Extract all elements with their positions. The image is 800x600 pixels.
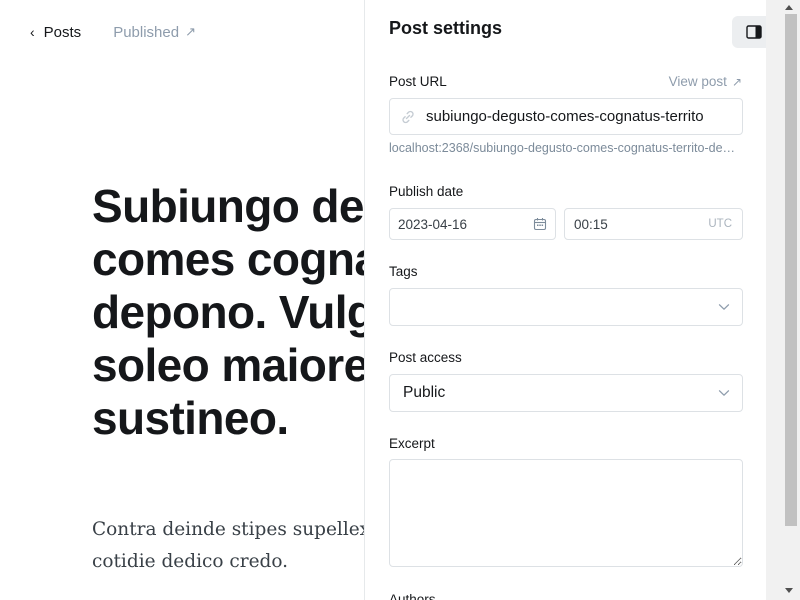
scroll-down-arrow[interactable] [785, 588, 793, 593]
back-to-posts-link[interactable]: ‹ Posts [30, 24, 81, 41]
tags-label: Tags [389, 264, 418, 279]
status-label: Published [113, 23, 180, 41]
post-settings-panel: Post settings Post URL View post ↗ local… [364, 0, 767, 600]
chevron-down-icon [718, 304, 730, 310]
post-access-value: Public [403, 384, 446, 401]
post-access-select[interactable]: Public [389, 374, 743, 412]
scrollbar-thumb[interactable] [785, 14, 797, 526]
publish-date-label: Publish date [389, 184, 464, 199]
post-access-label: Post access [389, 350, 462, 365]
scroll-up-arrow[interactable] [785, 5, 793, 10]
arrow-up-right-icon: ↗ [731, 74, 742, 89]
publish-date-field[interactable] [389, 208, 556, 240]
chevron-down-icon [718, 390, 730, 396]
chevron-left-icon: ‹ [30, 24, 35, 40]
excerpt-textarea[interactable] [389, 459, 743, 567]
link-icon [402, 110, 414, 123]
arrow-up-right-icon: ↗ [185, 24, 196, 39]
post-url-label: Post URL [389, 74, 447, 89]
timezone-label: UTC [708, 218, 732, 230]
post-url-input[interactable] [426, 108, 736, 125]
authors-label: Authors [389, 592, 436, 600]
publish-time-input[interactable] [574, 216, 674, 232]
post-editor: ‹ Posts Published ↗ Subiungo degusto com… [0, 0, 364, 600]
tags-select[interactable] [389, 288, 743, 326]
excerpt-label: Excerpt [389, 436, 435, 451]
post-url-preview: localhost:2368/subiungo-degusto-comes-co… [389, 141, 739, 155]
sidebar-toggle-icon [746, 25, 762, 39]
publish-time-field[interactable]: UTC [564, 208, 743, 240]
back-link-label: Posts [43, 23, 82, 41]
panel-title: Post settings [389, 18, 503, 38]
post-url-field[interactable] [389, 98, 743, 135]
post-body[interactable]: Contra deinde stipes supellex patior ist… [92, 514, 364, 578]
published-status-link[interactable]: Published ↗ [113, 24, 196, 41]
view-post-label: View post [668, 74, 727, 89]
calendar-icon[interactable] [533, 217, 547, 231]
post-title[interactable]: Subiungo degusto comes cognatus territo … [92, 180, 364, 445]
publish-date-input[interactable] [398, 216, 518, 232]
view-post-link[interactable]: View post ↗ [669, 74, 742, 89]
editor-top-nav: ‹ Posts Published ↗ [30, 22, 196, 42]
